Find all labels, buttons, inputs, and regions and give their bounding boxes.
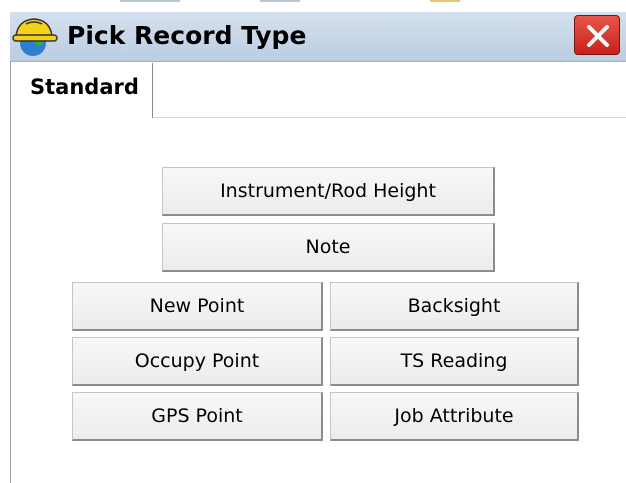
strip-mark (120, 0, 180, 2)
title-bar: Pick Record Type (10, 12, 626, 62)
gps-point-button[interactable]: GPS Point (72, 392, 323, 441)
backsight-button[interactable]: Backsight (330, 282, 579, 331)
tab-standard-label: Standard (30, 75, 139, 99)
strip-mark (430, 0, 460, 2)
job-attribute-button[interactable]: Job Attribute (330, 392, 579, 441)
window-left-border (10, 62, 11, 483)
instrument-rod-height-button[interactable]: Instrument/Rod Height (162, 167, 495, 216)
tab-standard[interactable]: Standard (18, 63, 153, 118)
close-button[interactable] (574, 15, 620, 55)
close-icon (587, 25, 609, 47)
ts-reading-button[interactable]: TS Reading (330, 337, 579, 386)
new-point-button[interactable]: New Point (72, 282, 323, 331)
window-title: Pick Record Type (67, 21, 307, 50)
tab-divider (153, 117, 626, 118)
background-window-strip (0, 0, 626, 12)
app-hardhat-icon (12, 16, 58, 58)
occupy-point-button[interactable]: Occupy Point (72, 337, 323, 386)
note-button[interactable]: Note (162, 223, 495, 272)
strip-mark (260, 0, 300, 2)
